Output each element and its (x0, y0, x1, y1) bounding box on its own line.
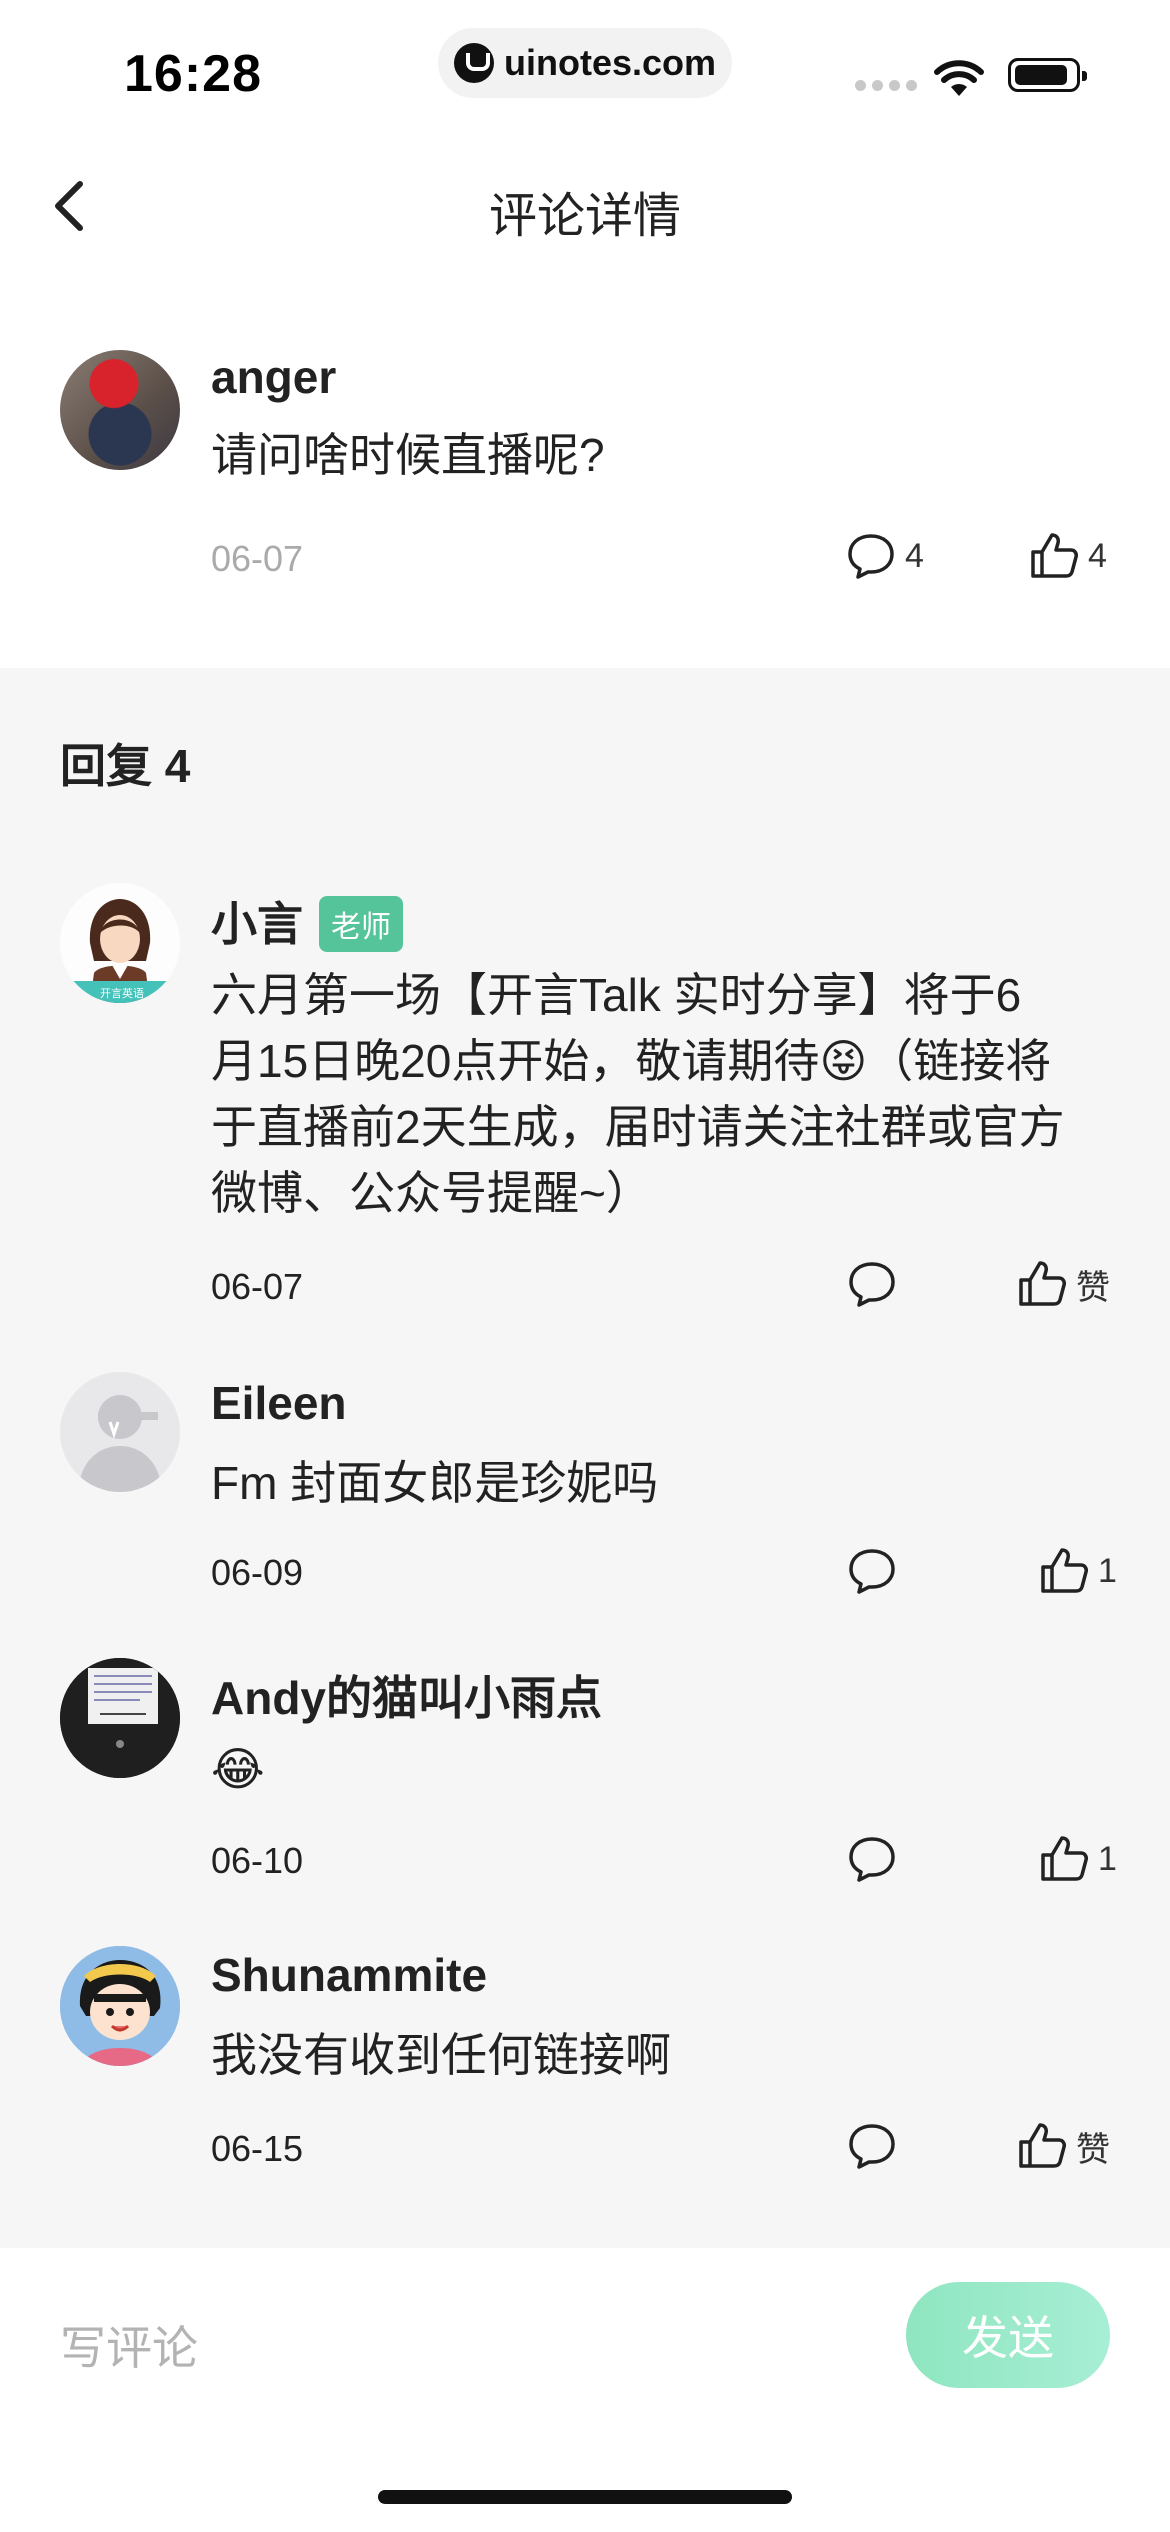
comment-composer: 写评论 发送 (0, 2248, 1170, 2532)
like-button[interactable]: 赞 (1016, 1258, 1110, 1310)
battery-icon (1008, 58, 1087, 92)
reply-date: 06-07 (211, 1266, 304, 1307)
reply-author[interactable]: Eileen (211, 1376, 347, 1430)
url-pill[interactable]: uinotes.com (438, 28, 732, 98)
home-indicator (378, 2490, 792, 2504)
send-button[interactable]: 发送 (906, 2282, 1110, 2388)
reply-text-line: 月15日晚20点开始，敬请期待😝（链接将 (211, 1035, 1052, 1087)
svg-text:开言英语: 开言英语 (100, 986, 144, 1000)
reply-date: 06-15 (211, 2128, 304, 2169)
comment-bubble-icon[interactable] (846, 2120, 898, 2172)
like-label: 赞 (1076, 1268, 1110, 1307)
reply-author[interactable]: Shunammite (211, 1948, 487, 2002)
replies-heading: 回复 4 (60, 740, 191, 792)
comment-bubble-icon[interactable] (846, 1833, 898, 1885)
reply-button[interactable]: 4 (845, 530, 924, 582)
thumbs-up-icon (1019, 2123, 1066, 2168)
thumbs-up-icon (1041, 1548, 1088, 1593)
like-label: 赞 (1076, 2130, 1110, 2169)
cellular-signal-icon (855, 80, 917, 91)
reply-text-line: Fm 封面女郎是珍妮吗 (211, 1457, 659, 1509)
reply-text-line: 我没有收到任何链接啊 (211, 2029, 671, 2081)
reply-text-line: 于直播前2天生成，届时请关注社群或官方 (211, 1101, 1065, 1153)
status-time: 16:28 (124, 45, 262, 103)
comment-author[interactable]: anger (211, 350, 336, 404)
teacher-avatar-icon: 开言英语 (60, 883, 180, 1003)
reply-text: 😂 (211, 1736, 265, 1802)
like-button[interactable]: 赞 (1016, 2120, 1110, 2172)
status-bar: 16:28 uinotes.com (0, 0, 1170, 130)
like-count: 4 (1088, 536, 1107, 575)
reply-text-line: 😂 (211, 1743, 265, 1795)
like-count: 1 (1098, 1551, 1117, 1590)
wifi-icon (934, 60, 984, 96)
comment-text: 请问啥时候直播呢? (211, 429, 605, 481)
thumbs-up-icon (1041, 1836, 1088, 1881)
reply-text: Fm 封面女郎是珍妮吗 (211, 1450, 658, 1516)
reply-author[interactable]: 小言 老师 (211, 888, 403, 956)
thumbs-up-icon (1031, 533, 1078, 578)
default-user-icon (78, 1395, 162, 1492)
reply-text-line: 六月第一场【开言Talk 实时分享】将于6 (211, 969, 1022, 1021)
comment-date: 06-07 (211, 538, 304, 579)
reply-author-name: 小言 (211, 898, 303, 950)
teacher-badge: 老师 (319, 895, 403, 952)
photo-avatar-icon (60, 1658, 180, 1778)
cartoon-avatar-icon (60, 1946, 180, 2066)
avatar[interactable] (60, 1372, 180, 1492)
comment-bubble-icon (848, 534, 894, 579)
reply-text: 我没有收到任何链接啊 (211, 2022, 671, 2088)
like-button[interactable]: 4 (1028, 530, 1107, 582)
reply-text: 六月第一场【开言Talk 实时分享】将于6 月15日晚20点开始，敬请期待😝（链… (211, 962, 1065, 1226)
site-logo-icon (453, 43, 494, 83)
url-text: uinotes.com (503, 42, 717, 83)
like-button[interactable]: 1 (1038, 1545, 1117, 1597)
thumbs-up-icon (1019, 1261, 1066, 1306)
avatar[interactable] (60, 1658, 180, 1778)
page-title: 评论详情 (488, 190, 681, 243)
like-button[interactable]: 1 (1038, 1833, 1117, 1885)
comment-input[interactable]: 写评论 (60, 2312, 198, 2378)
reply-text-line: 微博、公众号提醒~） (211, 1167, 652, 1219)
like-count: 1 (1098, 1839, 1117, 1878)
avatar[interactable] (60, 350, 180, 470)
comment-bubble-icon[interactable] (846, 1258, 898, 1310)
reply-date: 06-10 (211, 1840, 304, 1881)
reply-date: 06-09 (211, 1552, 304, 1593)
avatar[interactable]: 开言英语 (60, 883, 180, 1003)
reply-author[interactable]: Andy的猫叫小雨点 (211, 1662, 602, 1728)
avatar[interactable] (60, 1946, 180, 2066)
comment-bubble-icon[interactable] (846, 1545, 898, 1597)
reply-count: 4 (905, 536, 924, 575)
